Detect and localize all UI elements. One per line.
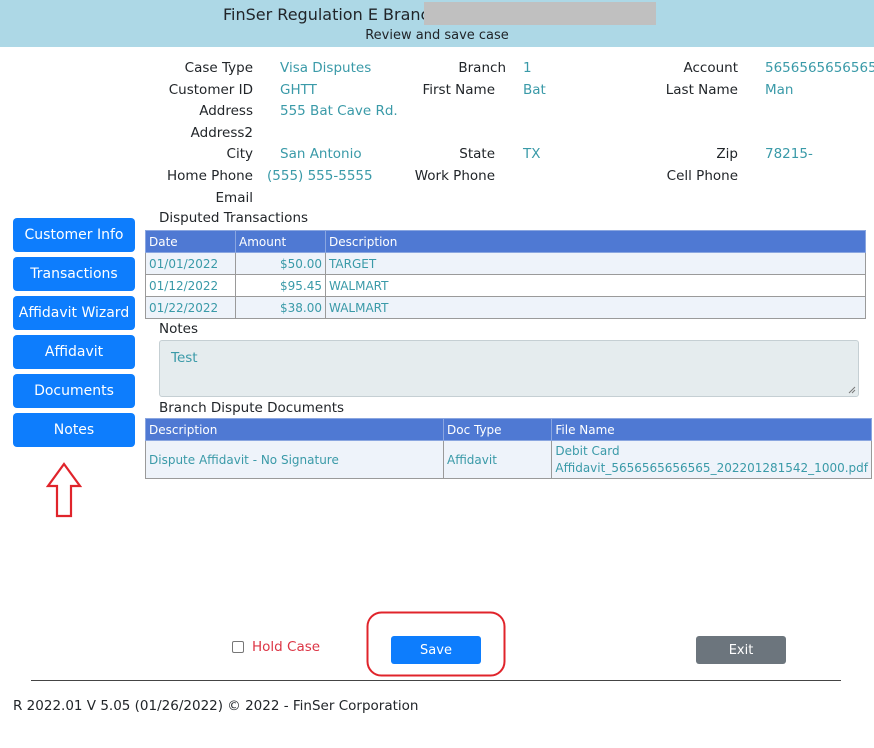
table-row[interactable]: 01/22/2022 $38.00 WALMART [145, 296, 866, 319]
documents-table: Description Doc Type File Name Dispute A… [145, 418, 872, 479]
page-subtitle: Review and save case [365, 28, 509, 43]
case-type-label: Case Type [184, 60, 253, 76]
transaction-date: 01/22/2022 [145, 296, 236, 319]
transaction-description: WALMART [325, 274, 866, 297]
customer-id-value: GHTT [280, 82, 317, 98]
state-value: TX [523, 146, 541, 162]
home-phone-value: (555) 555-5555 [267, 168, 373, 184]
document-file-name[interactable]: Debit Card Affidavit_5656565656565_20220… [551, 440, 872, 479]
address2-label: Address2 [190, 125, 253, 141]
hold-case-checkbox[interactable]: Hold Case [232, 639, 320, 655]
affidavit-wizard-button[interactable]: Affidavit Wizard [13, 296, 135, 330]
transactions-table: Date Amount Description 01/01/2022 $50.0… [145, 230, 866, 319]
affidavit-button[interactable]: Affidavit [13, 335, 135, 369]
date-column-header[interactable]: Date [145, 230, 236, 253]
address-value: 555 Bat Cave Rd. [280, 103, 398, 119]
address-label: Address [199, 103, 253, 119]
home-phone-label: Home Phone [167, 168, 253, 184]
zip-value: 78215- [765, 146, 813, 162]
case-type-value: Visa Disputes [280, 60, 372, 76]
city-label: City [226, 146, 253, 162]
footer-version: R 2022.01 V 5.05 (01/26/2022) © 2022 - F… [13, 698, 419, 714]
first-name-label: First Name [422, 82, 495, 98]
resize-handle-icon[interactable] [848, 386, 856, 394]
doc-description-column-header[interactable]: Description [145, 418, 444, 441]
document-description: Dispute Affidavit - No Signature [145, 440, 444, 479]
up-arrow-annotation-icon [46, 462, 82, 518]
branch-value: 1 [523, 60, 532, 76]
transaction-date: 01/12/2022 [145, 274, 236, 297]
transaction-amount: $38.00 [235, 296, 326, 319]
last-name-label: Last Name [665, 82, 738, 98]
first-name-value: Bat [523, 82, 546, 98]
hold-case-label: Hold Case [252, 639, 321, 655]
exit-button[interactable]: Exit [696, 636, 786, 664]
table-row[interactable]: Dispute Affidavit - No Signature Affidav… [145, 440, 872, 479]
doc-type-column-header[interactable]: Doc Type [442, 418, 553, 441]
disputed-transactions-title: Disputed Transactions [159, 210, 309, 226]
file-name-line2: Affidavit_5656565656565_202201281542_100… [555, 460, 868, 475]
transactions-button[interactable]: Transactions [13, 257, 135, 291]
table-header-row: Description Doc Type File Name [145, 418, 872, 441]
checkbox[interactable] [232, 641, 244, 653]
redacted-branch-name [424, 2, 656, 25]
account-value: 5656565656565 [765, 60, 874, 76]
notes-button[interactable]: Notes [13, 413, 135, 447]
transaction-amount: $50.00 [235, 252, 326, 275]
customer-info-button[interactable]: Customer Info [13, 218, 135, 252]
account-label: Account [683, 60, 738, 76]
state-label: State [459, 146, 495, 162]
footer-divider [31, 680, 841, 681]
document-type: Affidavit [442, 440, 553, 479]
notes-textarea[interactable]: Test [159, 340, 859, 397]
table-header-row: Date Amount Description [145, 230, 866, 253]
zip-label: Zip [716, 146, 738, 162]
branch-dispute-documents-title: Branch Dispute Documents [159, 400, 345, 416]
file-name-column-header[interactable]: File Name [551, 418, 872, 441]
transaction-description: WALMART [325, 296, 866, 319]
amount-column-header[interactable]: Amount [235, 230, 326, 253]
app-title: FinSer Regulation E Branch - [223, 5, 451, 24]
description-column-header[interactable]: Description [325, 230, 866, 253]
notes-text: Test [171, 350, 198, 366]
notes-title: Notes [159, 321, 198, 337]
file-name-line1: Debit Card [555, 443, 620, 458]
last-name-value: Man [765, 82, 794, 98]
transaction-date: 01/01/2022 [145, 252, 236, 275]
page-header: FinSer Regulation E Branch - Review and … [0, 0, 874, 47]
branch-label: Branch [458, 60, 506, 76]
table-row[interactable]: 01/12/2022 $95.45 WALMART [145, 274, 866, 297]
table-row[interactable]: 01/01/2022 $50.00 TARGET [145, 252, 866, 275]
transaction-amount: $95.45 [235, 274, 326, 297]
transaction-description: TARGET [325, 252, 866, 275]
customer-id-label: Customer ID [168, 82, 253, 98]
city-value: San Antonio [280, 146, 362, 162]
cell-phone-label: Cell Phone [666, 168, 738, 184]
work-phone-label: Work Phone [414, 168, 495, 184]
documents-button[interactable]: Documents [13, 374, 135, 408]
save-button[interactable]: Save [391, 636, 481, 664]
email-label: Email [215, 190, 253, 206]
